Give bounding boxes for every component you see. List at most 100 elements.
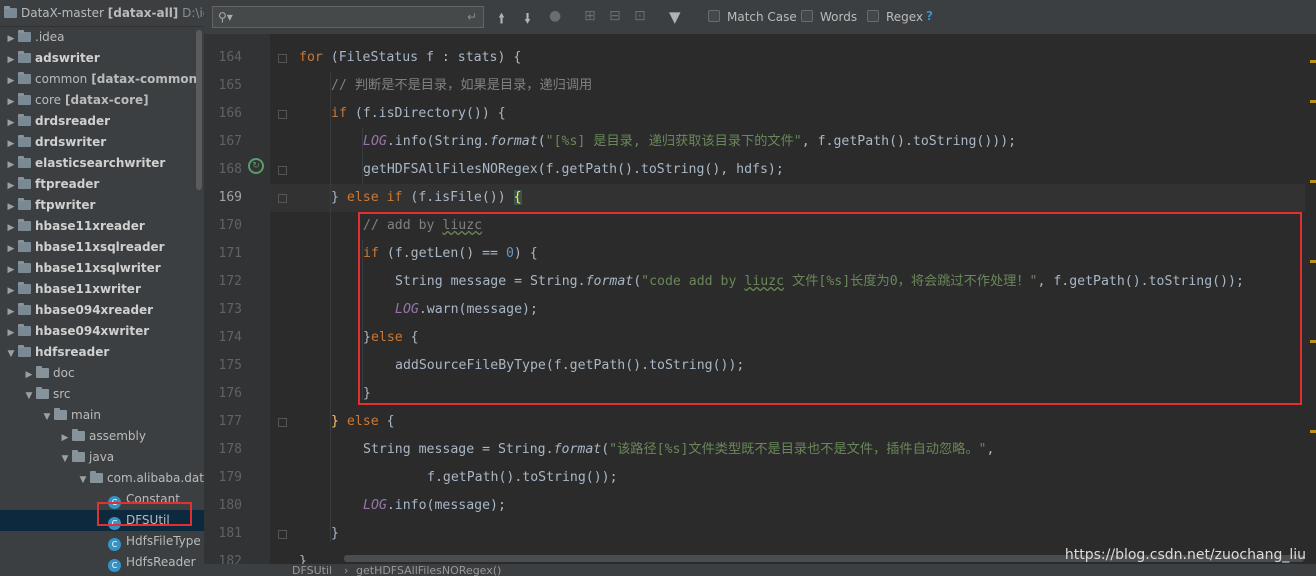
chevron-down-icon[interactable]: ▼ xyxy=(22,386,36,407)
tree-item[interactable]: ▶ .idea xyxy=(0,27,204,48)
chevron-right-icon[interactable]: ▶ xyxy=(4,92,18,113)
regex-checkbox[interactable] xyxy=(867,10,879,22)
search-icon[interactable]: ⚲▾ xyxy=(218,10,233,24)
error-stripe-mark[interactable] xyxy=(1310,100,1316,103)
chevron-right-icon[interactable]: ▶ xyxy=(4,197,18,218)
error-stripe-mark[interactable] xyxy=(1310,180,1316,183)
regex-help-link[interactable]: ? xyxy=(926,9,933,23)
chevron-right-icon[interactable]: ▶ xyxy=(4,239,18,260)
error-stripe-mark[interactable] xyxy=(1310,260,1316,263)
match-case-label[interactable]: Match Case xyxy=(727,10,797,24)
chevron-right-icon[interactable]: ▶ xyxy=(4,218,18,239)
regex-label[interactable]: Regex xyxy=(886,10,923,24)
chevron-right-icon[interactable]: ▶ xyxy=(4,155,18,176)
error-stripe-mark[interactable] xyxy=(1310,340,1316,343)
tree-item[interactable]: ▶ ftpreader xyxy=(0,174,204,195)
tree-item[interactable]: ▼ main xyxy=(0,405,204,426)
breadcrumb-method[interactable]: getHDFSAllFilesNORegex() xyxy=(356,564,501,576)
chevron-right-icon[interactable]: ▶ xyxy=(4,50,18,71)
tree-item[interactable]: ▶ drdswriter xyxy=(0,132,204,153)
chevron-right-icon[interactable]: ▶ xyxy=(4,323,18,344)
search-input[interactable]: ⚲▾ ↵ xyxy=(212,6,484,28)
code-line-166: if (f.isDirectory()) { xyxy=(331,106,506,121)
breadcrumb-separator: › xyxy=(344,564,349,576)
tree-item[interactable]: ▼ com.alibaba.datax xyxy=(0,468,204,489)
arrow-down-icon[interactable]: 🠛 xyxy=(524,8,531,32)
folder-icon xyxy=(18,135,31,147)
error-stripe-mark[interactable] xyxy=(1310,430,1316,433)
find-all-icon[interactable]: ● xyxy=(549,8,561,24)
tree-item-label: assembly xyxy=(89,429,146,443)
folder-icon xyxy=(18,30,31,42)
tree-item-label: hdfsreader xyxy=(35,345,110,359)
tree-item[interactable]: ▶ core [datax-core] xyxy=(0,90,204,111)
words-checkbox[interactable] xyxy=(801,10,813,22)
folder-icon xyxy=(36,366,49,378)
breadcrumb-file[interactable]: DFSUtil xyxy=(292,564,332,576)
tree-scrollbar[interactable] xyxy=(196,30,202,190)
tree-item[interactable]: ▶ hbase11xsqlwriter xyxy=(0,258,204,279)
fold-marker[interactable] xyxy=(278,418,287,427)
tree-item[interactable]: ▼ src xyxy=(0,384,204,405)
chevron-down-icon[interactable]: ▼ xyxy=(58,449,72,470)
tree-item[interactable]: ▶ ftpwriter xyxy=(0,195,204,216)
select-all-occurrences-icon[interactable]: ⊡ xyxy=(634,8,646,24)
tree-item[interactable]: ▶ hbase11xreader xyxy=(0,216,204,237)
add-occurrence-icon[interactable]: ⊞ xyxy=(584,8,596,24)
tree-item[interactable]: ▶ doc xyxy=(0,363,204,384)
chevron-down-icon[interactable]: ▼ xyxy=(76,470,90,491)
chevron-right-icon[interactable]: ▶ xyxy=(4,176,18,197)
class-icon: C xyxy=(108,538,121,551)
chevron-right-icon[interactable]: ▶ xyxy=(4,134,18,155)
fold-marker[interactable] xyxy=(278,110,287,119)
chevron-down-icon[interactable]: ▼ xyxy=(4,344,18,365)
code-line-180: LOG.info(message); xyxy=(363,498,506,513)
folder-icon xyxy=(90,471,103,483)
tree-item[interactable]: ▶ hbase094xwriter xyxy=(0,321,204,342)
fold-marker[interactable] xyxy=(278,530,287,539)
match-case-checkbox[interactable] xyxy=(708,10,720,22)
line-number: 174 xyxy=(218,330,242,345)
fold-marker[interactable] xyxy=(278,166,287,175)
tree-item[interactable]: ▶ hbase094xreader xyxy=(0,300,204,321)
chevron-right-icon[interactable]: ▶ xyxy=(4,302,18,323)
tree-item[interactable]: ▼ hdfsreader xyxy=(0,342,204,363)
tree-item[interactable]: ▶ drdsreader xyxy=(0,111,204,132)
tree-item[interactable]: ▶ common [datax-common] xyxy=(0,69,204,90)
editor-vertical-scrollbar[interactable] xyxy=(1305,36,1316,564)
fold-marker[interactable] xyxy=(278,54,287,63)
tree-item-label: hbase11xwriter xyxy=(35,282,141,296)
tree-item[interactable]: ▼ java xyxy=(0,447,204,468)
line-number: 180 xyxy=(218,498,242,513)
error-stripe-mark[interactable] xyxy=(1310,60,1316,63)
tree-item-label: com.alibaba.datax xyxy=(107,471,204,485)
chevron-down-icon[interactable]: ▼ xyxy=(40,407,54,428)
chevron-right-icon[interactable]: ▶ xyxy=(22,365,36,386)
tree-item-label: hbase094xwriter xyxy=(35,324,150,338)
chevron-right-icon[interactable]: ▶ xyxy=(58,428,72,449)
chevron-right-icon[interactable]: ▶ xyxy=(4,281,18,302)
folder-icon xyxy=(72,450,85,462)
recursion-icon[interactable]: ↻ xyxy=(248,158,264,174)
filter-icon[interactable]: ▼ xyxy=(669,8,681,26)
tree-item[interactable]: ▶ hbase11xsqlreader xyxy=(0,237,204,258)
tree-item[interactable]: ▶ assembly xyxy=(0,426,204,447)
indent-guide xyxy=(330,72,331,542)
chevron-right-icon[interactable]: ▶ xyxy=(4,71,18,92)
chevron-right-icon[interactable]: ▶ xyxy=(4,29,18,50)
remove-occurrence-icon[interactable]: ⊟ xyxy=(609,8,621,24)
tree-item[interactable]: C HdfsReader xyxy=(0,552,204,573)
line-number: 167 xyxy=(218,134,242,149)
module-folder-icon xyxy=(4,6,17,18)
words-label[interactable]: Words xyxy=(820,10,857,24)
folder-icon xyxy=(18,114,31,126)
arrow-up-icon[interactable]: 🠙 xyxy=(498,8,505,32)
tree-item[interactable]: ▶ elasticsearchwriter xyxy=(0,153,204,174)
tree-item[interactable]: ▶ hbase11xwriter xyxy=(0,279,204,300)
fold-marker[interactable] xyxy=(278,194,287,203)
tree-item[interactable]: C HdfsFileType xyxy=(0,531,204,552)
chevron-right-icon[interactable]: ▶ xyxy=(4,113,18,134)
project-root[interactable]: DataX-master [datax-all] D:\ide xyxy=(0,0,204,27)
chevron-right-icon[interactable]: ▶ xyxy=(4,260,18,281)
tree-item[interactable]: ▶ adswriter xyxy=(0,48,204,69)
